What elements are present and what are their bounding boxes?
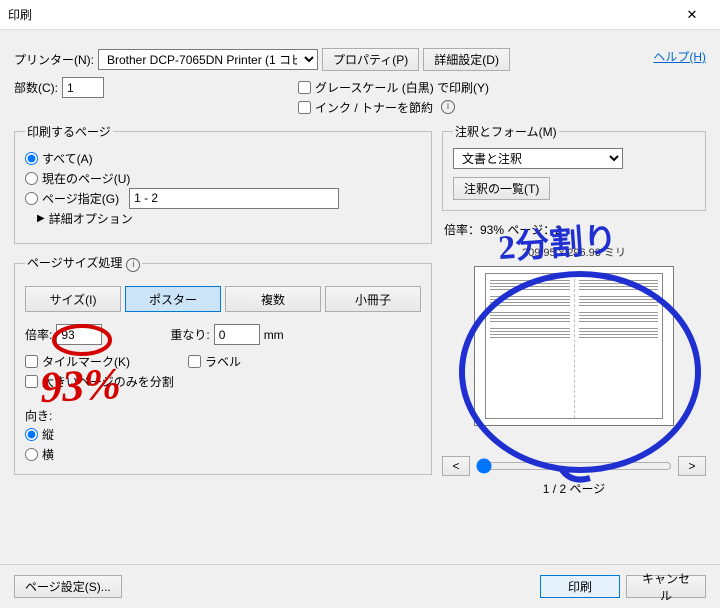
- labels-check[interactable]: [188, 355, 201, 368]
- page-setup-button[interactable]: ページ設定(S)...: [14, 575, 122, 598]
- sizing-legend: ページサイズ処理: [27, 256, 122, 270]
- print-button[interactable]: 印刷: [540, 575, 620, 598]
- range-current-radio[interactable]: [25, 172, 38, 185]
- forms-select[interactable]: 文書と注釈: [453, 148, 623, 169]
- range-more[interactable]: 詳細オプション: [49, 210, 133, 227]
- close-icon[interactable]: ✕: [672, 1, 712, 29]
- properties-button[interactable]: プロパティ(P): [322, 48, 419, 71]
- tilemarks-check[interactable]: [25, 355, 38, 368]
- overlap-unit: mm: [264, 328, 284, 342]
- help-link[interactable]: ヘルプ(H): [653, 48, 706, 65]
- large-only-label: 大きいページのみを分割: [42, 373, 174, 390]
- printer-label: プリンター(N):: [14, 51, 94, 68]
- grayscale-label: グレースケール (白黒) で印刷(Y): [315, 79, 489, 96]
- large-only-check[interactable]: [25, 375, 38, 388]
- orient-landscape-label: 横: [42, 446, 54, 463]
- range-current-label: 現在のページ(U): [42, 170, 130, 187]
- printer-select[interactable]: Brother DCP-7065DN Printer (1 コピー): [98, 49, 318, 70]
- info-icon: i: [441, 100, 455, 114]
- orient-portrait-label: 縦: [42, 426, 54, 443]
- copies-label: 部数(C):: [14, 79, 58, 96]
- window-title: 印刷: [8, 6, 672, 23]
- overlap-input[interactable]: [214, 324, 260, 345]
- tilemarks-label: タイルマーク(K): [42, 353, 130, 370]
- tab-multiple[interactable]: 複数: [225, 286, 321, 312]
- range-pages-radio[interactable]: [25, 192, 38, 205]
- scale-input[interactable]: [56, 324, 102, 345]
- annot-list-button[interactable]: 注釈の一覧(T): [453, 177, 550, 200]
- next-page-button[interactable]: >: [678, 456, 706, 476]
- orient-label: 向き:: [25, 407, 421, 424]
- overlap-label: 重なり:: [170, 326, 209, 343]
- orient-landscape-radio[interactable]: [25, 448, 38, 461]
- save-ink-check[interactable]: [298, 101, 311, 114]
- grayscale-check[interactable]: [298, 81, 311, 94]
- tab-poster[interactable]: ポスター: [125, 286, 221, 312]
- sizing-group: ページサイズ処理 i サイズ(I) ポスター 複数 小冊子 倍率: 重なり: mm…: [14, 254, 432, 475]
- scale-line: 倍率：93% ページ：2: [444, 221, 706, 238]
- range-group: 印刷するページ すべて(A) 現在のページ(U) ページ指定(G) ▶ 詳細オプ…: [14, 123, 432, 244]
- prev-page-button[interactable]: <: [442, 456, 470, 476]
- range-pages-input[interactable]: [129, 188, 339, 209]
- range-legend: 印刷するページ: [25, 123, 113, 140]
- labels-label: ラベル: [205, 353, 241, 370]
- tab-size[interactable]: サイズ(I): [25, 286, 121, 312]
- scale-label: 倍率:: [25, 326, 52, 343]
- triangle-icon: ▶: [37, 213, 45, 224]
- page-slider[interactable]: [476, 458, 672, 474]
- orient-portrait-radio[interactable]: [25, 428, 38, 441]
- advanced-button[interactable]: 詳細設定(D): [423, 48, 510, 71]
- preview-dimensions: 209.95 x 296.93 ミリ: [442, 244, 706, 260]
- range-pages-label: ページ指定(G): [42, 190, 119, 207]
- forms-group: 注釈とフォーム(M) 文書と注釈 注釈の一覧(T): [442, 123, 706, 211]
- save-ink-label: インク / トナーを節約: [315, 99, 433, 116]
- forms-legend: 注釈とフォーム(M): [453, 123, 559, 140]
- tab-booklet[interactable]: 小冊子: [325, 286, 421, 312]
- range-all-label: すべて(A): [42, 150, 93, 167]
- range-all-radio[interactable]: [25, 152, 38, 165]
- page-nav-label: 1 / 2 ページ: [442, 480, 706, 497]
- preview-area: [474, 266, 674, 426]
- info-icon: i: [126, 258, 140, 272]
- cancel-button[interactable]: キャンセル: [626, 575, 706, 598]
- copies-input[interactable]: [62, 77, 104, 98]
